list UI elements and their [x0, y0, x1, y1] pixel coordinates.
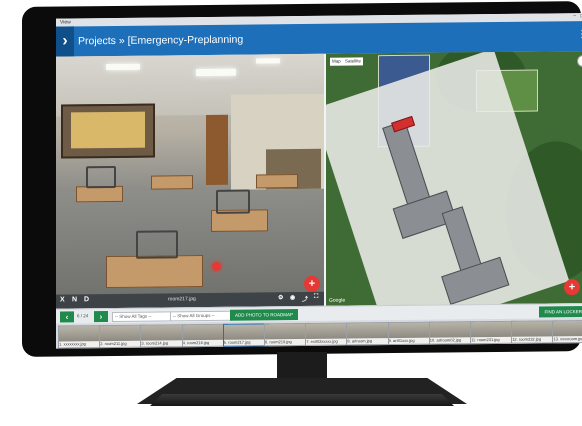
- thumbnail-label: 12. room232.jpg: [512, 336, 557, 343]
- delete-panorama-button[interactable]: D: [84, 296, 89, 303]
- chair: [136, 230, 178, 259]
- chair: [216, 189, 250, 214]
- prev-photo-button[interactable]: ‹: [60, 311, 74, 323]
- eye-icon[interactable]: ◉: [290, 294, 295, 301]
- thumbnail-item[interactable]: 9. art01xxx.jpg: [387, 321, 434, 346]
- thumbnail-label: 7. exit02xxxxx.jpg: [306, 338, 351, 345]
- thumbnail-item[interactable]: 11. room231.jpg: [470, 320, 516, 345]
- breadcrumb[interactable]: Projects » [Emergency-Preplanning: [78, 25, 243, 57]
- thumbnail-label: 4. room216.jpg: [182, 339, 227, 347]
- classroom-floor: [56, 188, 324, 309]
- close-panorama-button[interactable]: X: [60, 296, 65, 303]
- menu-toggle-button[interactable]: ›: [56, 26, 74, 57]
- compass-icon[interactable]: [577, 54, 582, 68]
- find-locker-button[interactable]: FIND AN LOCKER: [539, 306, 582, 318]
- thumbnail-label: 2. room211.jpg: [100, 340, 145, 348]
- student-desk: [151, 175, 193, 190]
- thumbnail-item[interactable]: 10. artroom02.jpg: [428, 321, 475, 345]
- chair: [86, 165, 116, 189]
- satellite-type-button[interactable]: Satellite: [343, 57, 364, 66]
- thumbnail-label: 8. artroom.jpg: [347, 338, 392, 345]
- more-options-icon[interactable]: ⋮: [577, 29, 582, 40]
- thumbnail-item[interactable]: 6. room219.jpg: [264, 322, 310, 347]
- hotspot-marker[interactable]: [212, 261, 221, 271]
- thumbnail-item[interactable]: 7. exit02xxxxx.jpg: [305, 322, 352, 346]
- next-panorama-button[interactable]: N: [72, 296, 77, 303]
- classroom-door: [206, 114, 228, 186]
- student-desk: [256, 174, 298, 189]
- thumbnail-item[interactable]: 2. room211.jpg: [99, 324, 146, 349]
- thumbnail-label: 11. room231.jpg: [471, 336, 515, 344]
- thumbnail-label: 13. xxxxroom.jpg: [553, 335, 582, 343]
- fullscreen-icon[interactable]: ⛶: [314, 294, 318, 301]
- thumbnail-item[interactable]: 1. xxxxxxxx.jpg: [58, 325, 104, 349]
- map-type-button[interactable]: Map: [330, 57, 343, 66]
- thumbnail-item[interactable]: 8. artroom.jpg: [346, 322, 393, 346]
- ceiling-light: [106, 63, 140, 71]
- building-wing: [441, 256, 510, 305]
- thumbnail-label: 9. art01xxx.jpg: [388, 337, 433, 345]
- thumbnail-item[interactable]: 12. room232.jpg: [511, 320, 558, 344]
- satellite-map[interactable]: Map Satellite + − + Google: [326, 50, 582, 306]
- monitor-bezel: View – □ × › Projects » [Emergency-Prepl…: [22, 1, 582, 357]
- add-hotspot-button[interactable]: +: [304, 275, 320, 292]
- panorama-viewer[interactable]: + X N D room217.jpg ⚙ ◉ ⤴ ⛶: [56, 53, 324, 309]
- ceiling-light: [196, 68, 236, 77]
- add-photo-button[interactable]: ADD PHOTO TO ROADMAP: [230, 309, 299, 321]
- thumbnail-item[interactable]: 5. room217.jpg: [222, 323, 269, 347]
- thumbnail-item[interactable]: 3. room214.jpg: [140, 324, 187, 348]
- thumbnail-label: 3. room214.jpg: [141, 340, 186, 347]
- thumbnail-label: 5. room217.jpg: [223, 339, 268, 346]
- bulletin-board: [61, 103, 155, 159]
- thumbnail-label: 10. artroom02.jpg: [429, 337, 474, 344]
- photo-counter: 6 / 24: [77, 313, 89, 319]
- student-desk: [106, 255, 203, 289]
- map-attribution: Google: [329, 297, 346, 304]
- window-title: View: [60, 19, 71, 26]
- share-icon[interactable]: ⤴: [302, 294, 308, 303]
- student-desk: [76, 185, 123, 203]
- thumbnail-item[interactable]: 4. room216.jpg: [181, 323, 228, 348]
- thumbnail-strip: 1. xxxxxxxx.jpg 2. room211.jpg 3. room214.…: [56, 317, 582, 349]
- thumbnail-label: 1. xxxxxxxx.jpg: [59, 341, 103, 348]
- minimize-icon[interactable]: –: [572, 13, 577, 19]
- ceiling-light: [256, 58, 280, 64]
- panorama-filename: room217.jpg: [168, 296, 196, 303]
- app-screen: View – □ × › Projects » [Emergency-Prepl…: [56, 12, 582, 349]
- thumbnail-label: 6. room219.jpg: [265, 338, 309, 346]
- tags-filter-select[interactable]: -- Show All Tags --: [112, 311, 172, 322]
- monitor-stand-foot: [150, 394, 454, 406]
- thumbnail-item[interactable]: 13. xxxxroom.jpg: [552, 319, 582, 344]
- groups-filter-select[interactable]: -- Show All Groups --: [170, 310, 232, 322]
- add-marker-button[interactable]: +: [564, 279, 580, 296]
- next-photo-button[interactable]: ›: [94, 311, 108, 323]
- settings-icon[interactable]: ⚙: [278, 294, 283, 301]
